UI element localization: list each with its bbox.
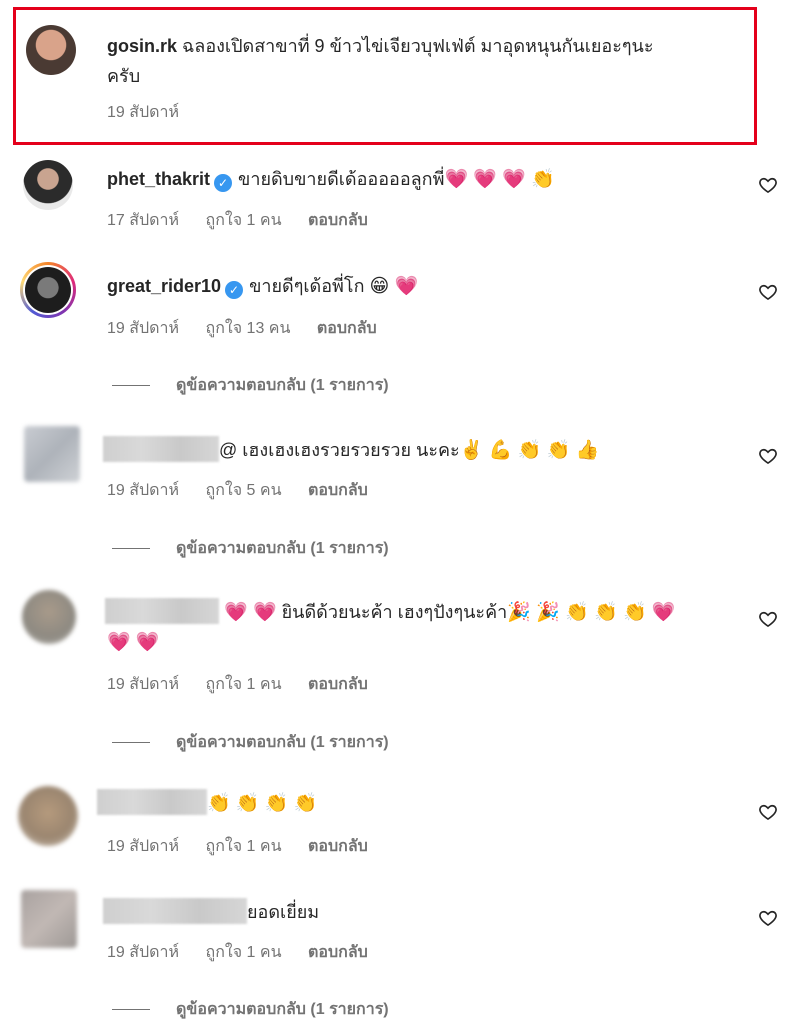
view-replies-label: ดูข้อความตอบกลับ (1 รายการ) [176, 377, 389, 394]
heart-icon[interactable] [758, 908, 778, 928]
reply-button[interactable]: ตอบกลับ [308, 482, 368, 499]
avatar [25, 267, 71, 313]
view-replies-button[interactable]: ดูข้อความตอบกลับ (1 รายการ) [112, 730, 389, 755]
username[interactable]: great_rider10 [107, 276, 221, 296]
reply-button[interactable]: ตอบกลับ [308, 212, 368, 229]
comment-emojis: 💗 💗 💗 👏 [444, 169, 555, 190]
like-count[interactable]: ถูกใจ 5 คน [206, 482, 282, 499]
heart-icon[interactable] [758, 446, 778, 466]
divider [112, 548, 150, 550]
like-count[interactable]: ถูกใจ 1 คน [206, 838, 282, 855]
comment-emojis: 🎉 🎉 👏 👏 👏 💗 [507, 602, 676, 623]
view-replies-button[interactable]: ดูข้อความตอบกลับ (1 รายการ) [112, 373, 389, 398]
username-blurred[interactable] [103, 436, 219, 462]
verified-badge-icon: ✓ [225, 281, 244, 299]
divider [112, 1009, 150, 1011]
username[interactable]: phet_thakrit [107, 169, 210, 189]
comment-emojis-prefix: 💗 💗 [224, 602, 277, 623]
comment-text: ยินดีด้วยนะค้า เฮงๆปังๆนะค้า [281, 602, 508, 622]
view-replies-button[interactable]: ดูข้อความตอบกลับ (1 รายการ) [112, 536, 389, 561]
comment-emojis: ✌️ 💪 👏 👏 👍 [459, 440, 600, 461]
username-blurred[interactable] [97, 789, 207, 815]
heart-icon[interactable] [758, 282, 778, 302]
view-replies-label: ดูข้อความตอบกลับ (1 รายการ) [176, 1001, 389, 1018]
username[interactable]: gosin.rk [107, 36, 177, 56]
comment-emojis: 👏 👏 👏 👏 [207, 793, 318, 814]
like-count[interactable]: ถูกใจ 1 คน [206, 212, 282, 229]
avatar-blurred[interactable] [21, 890, 77, 948]
comment-text: ยอดเยี่ยม [247, 902, 320, 922]
reply-button[interactable]: ตอบกลับ [317, 320, 377, 337]
reply-button[interactable]: ตอบกลับ [308, 838, 368, 855]
heart-icon[interactable] [758, 802, 778, 822]
view-replies-label: ดูข้อความตอบกลับ (1 รายการ) [176, 540, 389, 557]
like-count[interactable]: ถูกใจ 13 คน [206, 320, 291, 337]
timestamp[interactable]: 19 สัปดาห์ [107, 944, 179, 961]
heart-icon[interactable] [758, 609, 778, 629]
avatar[interactable] [23, 160, 73, 210]
avatar-story-ring[interactable] [20, 262, 76, 318]
view-replies-button[interactable]: ดูข้อความตอบกลับ (1 รายการ) [112, 997, 389, 1022]
reply-button[interactable]: ตอบกลับ [308, 944, 368, 961]
timestamp[interactable]: 19 สัปดาห์ [107, 482, 179, 499]
username-blurred[interactable] [103, 898, 247, 924]
avatar-blurred[interactable] [22, 590, 76, 644]
timestamp[interactable]: 19 สัปดาห์ [107, 676, 179, 693]
comment-text: @ เฮงเฮงเฮงรวยรวยรวย นะคะ [219, 440, 460, 460]
timestamp[interactable]: 17 สัปดาห์ [107, 212, 179, 229]
avatar[interactable] [26, 25, 76, 75]
like-count[interactable]: ถูกใจ 1 คน [206, 944, 282, 961]
comment-text: ขายดิบขายดีเด้อออออลูกพี่ [238, 169, 445, 189]
username-blurred[interactable] [105, 598, 219, 624]
view-replies-label: ดูข้อความตอบกลับ (1 รายการ) [176, 734, 389, 751]
reply-button[interactable]: ตอบกลับ [308, 676, 368, 693]
timestamp[interactable]: 19 สัปดาห์ [107, 838, 179, 855]
timestamp[interactable]: 19 สัปดาห์ [107, 320, 179, 337]
avatar-blurred[interactable] [18, 786, 78, 846]
like-count[interactable]: ถูกใจ 1 คน [206, 676, 282, 693]
timestamp[interactable]: 19 สัปดาห์ [107, 104, 179, 121]
comment-text-continued: ครับ [107, 66, 141, 86]
comment-emojis-line2: 💗 💗 [107, 632, 160, 653]
avatar-blurred[interactable] [24, 426, 80, 482]
divider [112, 742, 150, 744]
verified-badge-icon: ✓ [214, 174, 233, 192]
heart-icon[interactable] [758, 175, 778, 195]
comment-emojis: 😁 💗 [369, 276, 419, 297]
divider [112, 385, 150, 387]
comment-text: ขายดีๆเด้อพี่โก [249, 276, 365, 296]
comment-text: ฉลองเปิดสาขาที่ 9 ข้าวไข่เจียวบุฟเฟ่ต์ ม… [182, 36, 654, 56]
